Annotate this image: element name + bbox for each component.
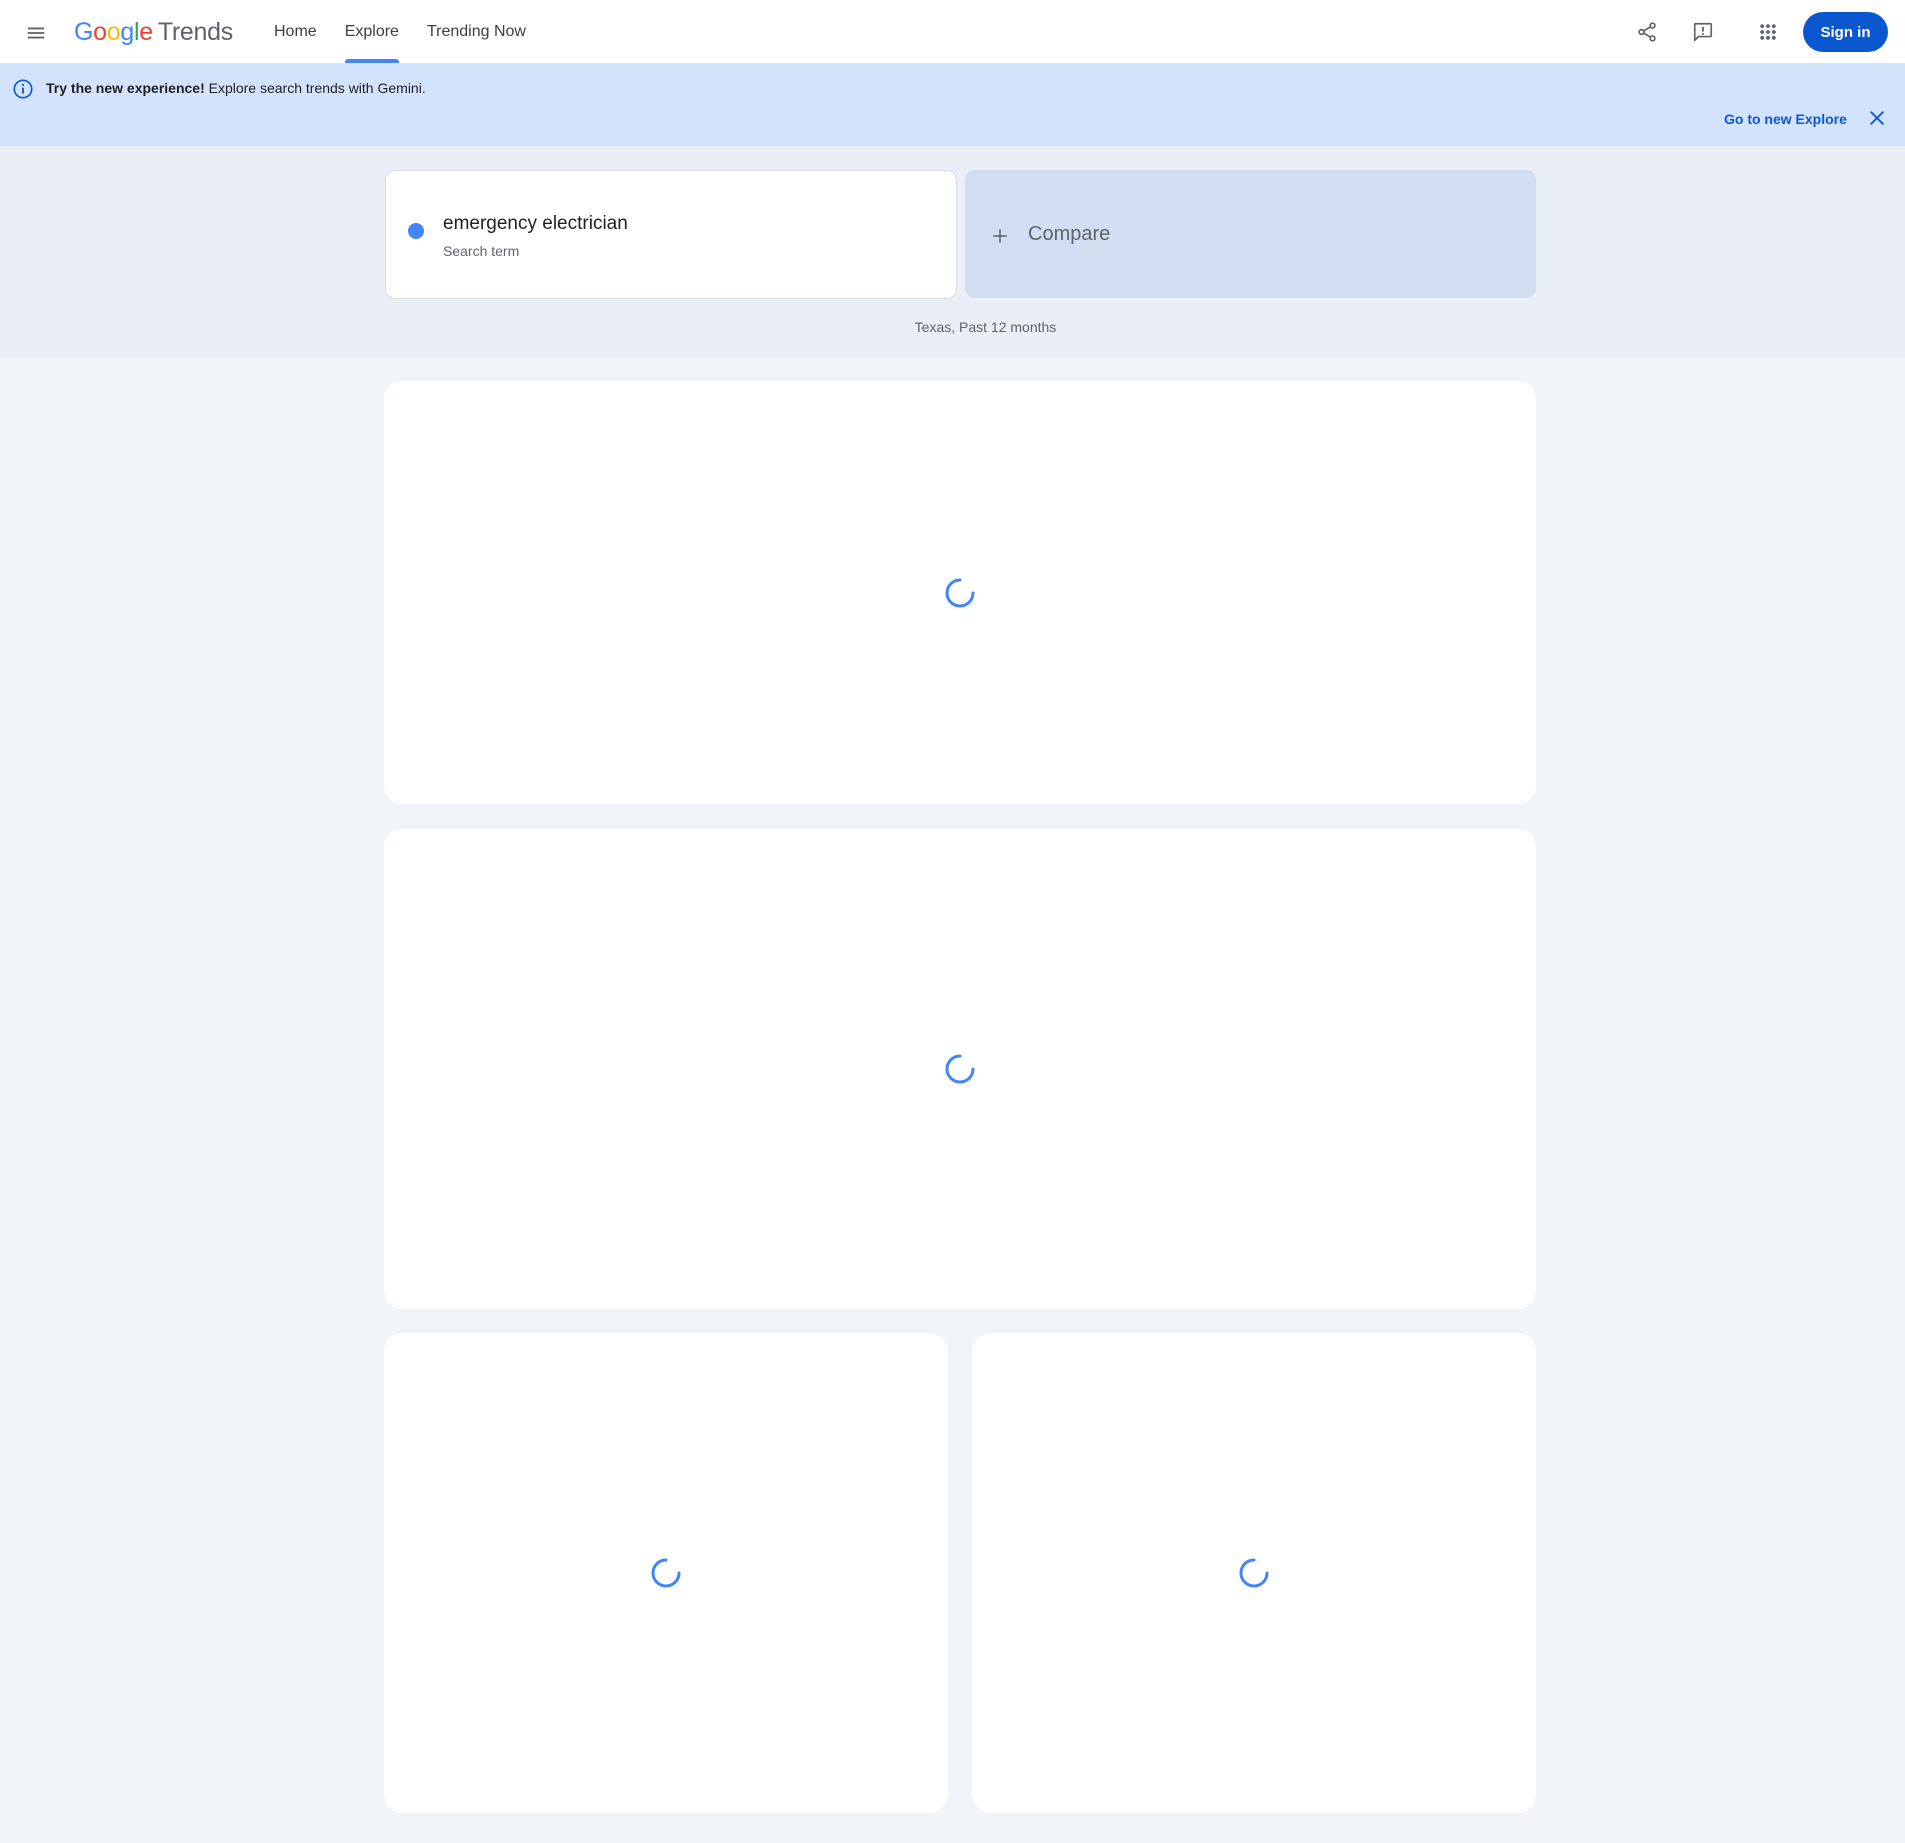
interest-over-time-panel (384, 381, 1536, 804)
filter-summary-text: Texas, Past 12 months (914, 319, 1057, 335)
filter-summary: Texas, Past 12 months (0, 319, 1905, 335)
logo-letter: G (74, 18, 94, 46)
share-icon (1638, 22, 1656, 42)
logo-letter: o (93, 18, 107, 46)
related-topics-panel (384, 1333, 948, 1813)
nav-tab-explore[interactable]: Explore (331, 0, 413, 63)
sign-in-button[interactable]: Sign in (1803, 12, 1888, 52)
logo-letter: e (139, 18, 153, 46)
google-apps-button[interactable] (1747, 11, 1789, 53)
banner-message: Try the new experience! Explore search t… (46, 80, 426, 96)
banner-message-text: Explore search trends with Gemini. (208, 80, 426, 96)
compare-label: Compare (1028, 223, 1111, 245)
term-color-dot (408, 223, 424, 239)
interest-by-subregion-panel (384, 829, 1536, 1309)
loading-spinner-icon (945, 1054, 975, 1084)
logo-letter: o (106, 18, 121, 46)
nav-tab-home[interactable]: Home (260, 0, 331, 63)
go-to-new-explore-link[interactable]: Go to new Explore (1724, 111, 1847, 127)
menu-icon (27, 27, 45, 39)
close-icon[interactable] (1867, 108, 1887, 128)
loading-spinner-icon (945, 578, 975, 608)
compare-button[interactable]: Compare (965, 170, 1536, 298)
apps-grid-icon (1760, 24, 1776, 40)
plus-icon (993, 229, 1007, 243)
logo-product-name: Trends (157, 18, 233, 46)
share-button[interactable] (1626, 11, 1668, 53)
loading-spinner-icon (651, 1558, 681, 1588)
explore-header: emergency electrician Search term Compar… (0, 146, 1905, 357)
search-term-type: Search term (443, 243, 520, 259)
nav-tab-trending-now[interactable]: Trending Now (413, 0, 540, 63)
google-trends-logo[interactable]: Google Trends (74, 18, 233, 48)
loading-spinner-icon (1239, 1558, 1269, 1588)
banner-message-bold: Try the new experience! (46, 80, 205, 96)
primary-nav: Home Explore Trending Now (260, 0, 540, 63)
related-queries-panel (972, 1333, 1536, 1813)
feedback-button[interactable] (1682, 11, 1724, 53)
search-term-card[interactable]: emergency electrician Search term (385, 170, 957, 299)
info-icon (13, 79, 33, 99)
feedback-icon (1693, 22, 1713, 42)
search-term-value: emergency electrician (443, 213, 628, 234)
new-experience-banner: Try the new experience! Explore search t… (0, 63, 1905, 146)
main-menu-button[interactable] (16, 13, 56, 53)
top-app-bar: Google Trends Home Explore Trending Now … (0, 0, 1905, 63)
logo-letter: g (120, 18, 134, 46)
